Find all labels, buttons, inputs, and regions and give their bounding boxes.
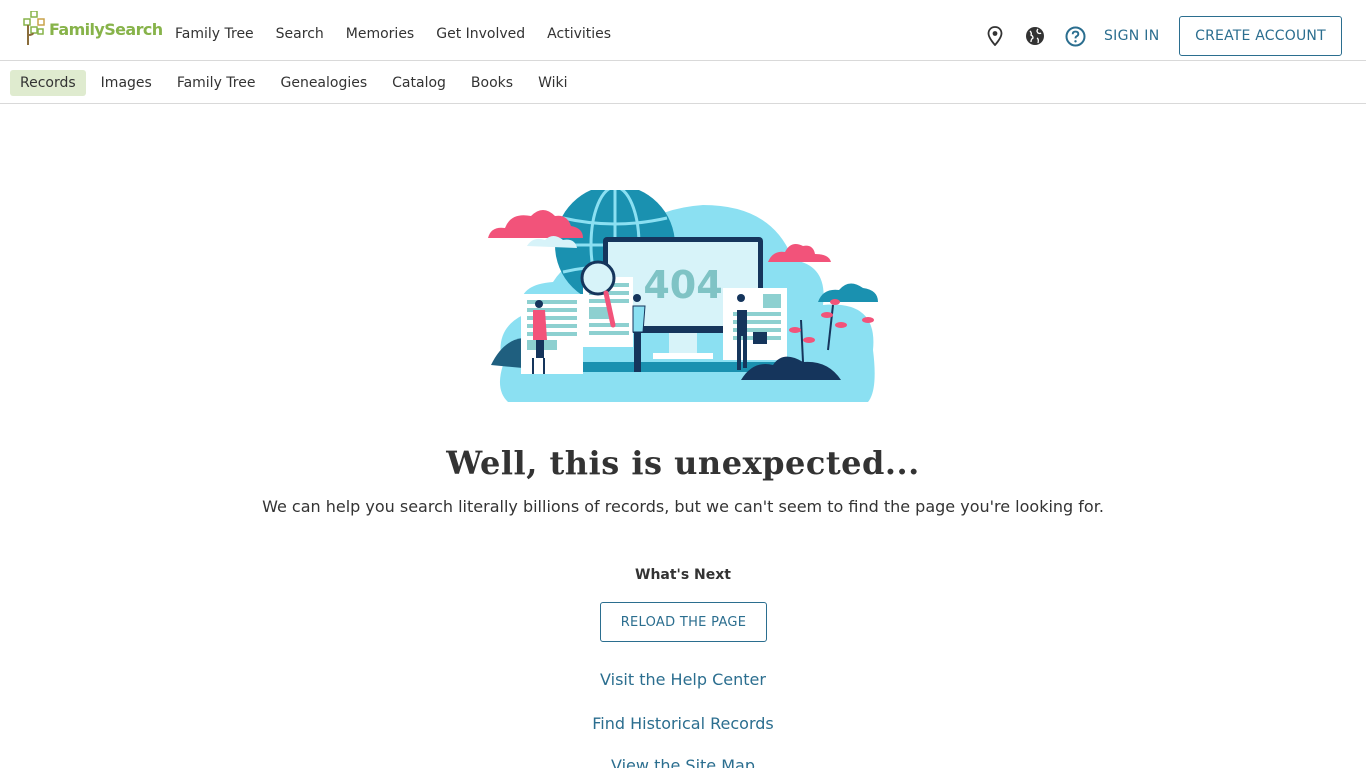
- nav-get-involved[interactable]: Get Involved: [436, 26, 525, 42]
- subnav-catalog[interactable]: Catalog: [382, 70, 456, 96]
- nav-activities[interactable]: Activities: [547, 26, 611, 42]
- search-subnav: Records Images Family Tree Genealogies C…: [0, 61, 1366, 104]
- error-message: We can help you search literally billion…: [262, 497, 1104, 516]
- subnav-images[interactable]: Images: [91, 70, 162, 96]
- nav-search[interactable]: Search: [276, 26, 324, 42]
- error-404-illustration: 404: [488, 190, 878, 402]
- globe-icon[interactable]: [1024, 25, 1046, 47]
- error-title: Well, this is unexpected...: [446, 444, 920, 482]
- error-code: 404: [643, 263, 722, 307]
- subnav-genealogies[interactable]: Genealogies: [270, 70, 377, 96]
- primary-nav: Family Tree Search Memories Get Involved…: [175, 26, 633, 42]
- tree-logo-icon: [23, 11, 45, 45]
- create-account-button[interactable]: CREATE ACCOUNT: [1179, 16, 1342, 56]
- familysearch-logo[interactable]: FamilySearch: [23, 11, 163, 45]
- whats-next-heading: What's Next: [635, 567, 731, 583]
- location-pin-icon[interactable]: [984, 25, 1006, 47]
- subnav-records[interactable]: Records: [10, 70, 86, 96]
- subnav-family-tree[interactable]: Family Tree: [167, 70, 266, 96]
- nav-family-tree[interactable]: Family Tree: [175, 26, 254, 42]
- nav-memories[interactable]: Memories: [346, 26, 414, 42]
- help-icon[interactable]: [1064, 25, 1086, 47]
- sign-in-link[interactable]: SIGN IN: [1104, 28, 1160, 44]
- historical-records-link[interactable]: Find Historical Records: [0, 714, 1366, 733]
- site-map-link[interactable]: View the Site Map: [0, 756, 1366, 768]
- help-center-link[interactable]: Visit the Help Center: [0, 670, 1366, 689]
- subnav-wiki[interactable]: Wiki: [528, 70, 577, 96]
- reload-page-button[interactable]: RELOAD THE PAGE: [600, 602, 767, 642]
- logo-wordmark: FamilySearch: [49, 19, 163, 39]
- top-header: FamilySearch Family Tree Search Memories…: [0, 0, 1366, 61]
- subnav-books[interactable]: Books: [461, 70, 523, 96]
